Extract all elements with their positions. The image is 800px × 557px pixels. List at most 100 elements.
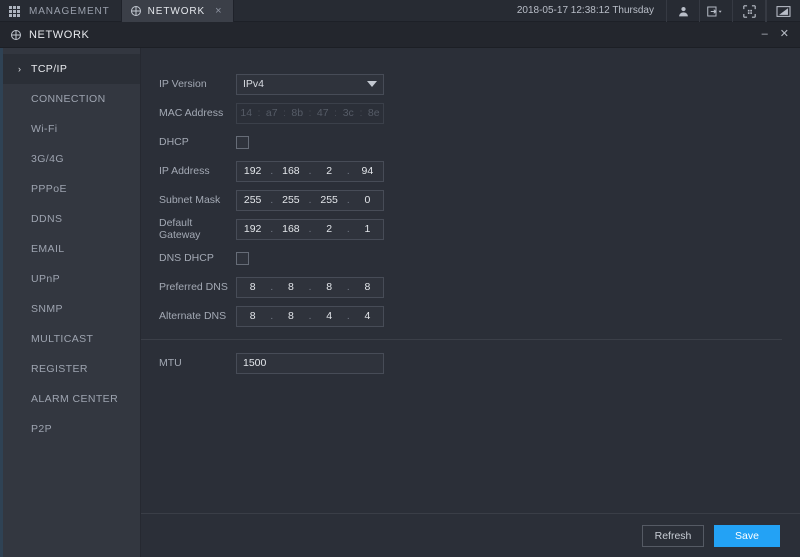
sidebar-item-label: PPPoE bbox=[31, 183, 67, 195]
subnet-mask-input[interactable]: 255 . 255 . 255 . 0 bbox=[236, 189, 384, 211]
subnet-sep: . bbox=[270, 194, 274, 206]
field-label: DHCP bbox=[159, 136, 189, 148]
top-tab-bar: MANAGEMENT NETWORK × 2018-05-17 12:38:12… bbox=[0, 0, 800, 22]
sidebar-item-label: P2P bbox=[31, 423, 53, 435]
nvr-network-config-window: MANAGEMENT NETWORK × 2018-05-17 12:38:12… bbox=[0, 0, 800, 557]
sidebar-item-p2p[interactable]: P2P bbox=[3, 414, 140, 444]
gateway-octet-2[interactable]: 168 bbox=[275, 223, 306, 235]
ip-address-control: 192 . 168 . 2 . 94 bbox=[236, 160, 384, 182]
subnet-octet-1[interactable]: 255 bbox=[237, 194, 268, 206]
mtu-input[interactable]: 1500 bbox=[236, 352, 384, 374]
window-body: › TCP/IP CONNECTION Wi-Fi 3G/4G PPPoE DD… bbox=[0, 48, 800, 557]
alt-dns-sep: . bbox=[308, 310, 312, 322]
save-button[interactable]: Save bbox=[714, 524, 780, 547]
field-label: Default Gateway bbox=[159, 217, 201, 241]
mac-sep: : bbox=[334, 107, 337, 119]
mac-octet-5: 3c bbox=[342, 107, 354, 119]
ip-octet-1[interactable]: 192 bbox=[237, 165, 268, 177]
gateway-sep: . bbox=[346, 223, 350, 235]
field-preferred-dns: Preferred DNS 8 . 8 . 8 . 8 bbox=[159, 273, 800, 301]
preferred-dns-input[interactable]: 8 . 8 . 8 . 8 bbox=[236, 276, 384, 298]
field-subnet-mask: Subnet Mask 255 . 255 . 255 . 0 bbox=[159, 186, 800, 214]
sidebar-item-pppoe[interactable]: PPPoE bbox=[3, 174, 140, 204]
sidebar-item-label: EMAIL bbox=[31, 243, 65, 255]
pref-dns-octet-4[interactable]: 8 bbox=[352, 281, 383, 293]
subnet-octet-2[interactable]: 255 bbox=[275, 194, 306, 206]
pref-dns-sep: . bbox=[308, 281, 312, 293]
refresh-button[interactable]: Refresh bbox=[642, 524, 704, 547]
pref-dns-octet-2[interactable]: 8 bbox=[275, 281, 306, 293]
footer-bar: Refresh Save bbox=[141, 513, 800, 557]
pref-dns-octet-3[interactable]: 8 bbox=[314, 281, 345, 293]
alt-dns-octet-2[interactable]: 8 bbox=[275, 310, 306, 322]
page-title: NETWORK bbox=[29, 28, 90, 41]
sidebar-item-multicast[interactable]: MULTICAST bbox=[3, 324, 140, 354]
dhcp-checkbox[interactable] bbox=[236, 135, 249, 149]
field-default-gateway: Default Gateway 192 . 168 . 2 . 1 bbox=[159, 215, 800, 243]
field-label: IP Version bbox=[159, 78, 207, 90]
sidebar-item-3g4g[interactable]: 3G/4G bbox=[3, 144, 140, 174]
subnet-octet-3[interactable]: 255 bbox=[314, 194, 345, 206]
sidebar-item-label: UPnP bbox=[31, 273, 61, 285]
sidebar-item-alarm-center[interactable]: ALARM CENTER bbox=[3, 384, 140, 414]
mac-octet-2: a7 bbox=[265, 107, 278, 119]
mac-sep: : bbox=[257, 107, 261, 119]
gateway-octet-3[interactable]: 2 bbox=[314, 223, 345, 235]
sidebar-item-tcpip[interactable]: › TCP/IP bbox=[3, 54, 140, 84]
field-label: Alternate DNS bbox=[159, 310, 227, 322]
sidebar-item-label: 3G/4G bbox=[31, 153, 64, 165]
globe-icon bbox=[130, 6, 141, 16]
sidebar-item-connection[interactable]: CONNECTION bbox=[3, 84, 140, 114]
sidebar-item-label: TCP/IP bbox=[31, 63, 68, 75]
ip-octet-3[interactable]: 2 bbox=[314, 165, 345, 177]
ip-octet-2[interactable]: 168 bbox=[275, 165, 306, 177]
ip-address-input[interactable]: 192 . 168 . 2 . 94 bbox=[236, 160, 384, 182]
sidebar-item-snmp[interactable]: SNMP bbox=[3, 294, 140, 324]
qr-grid-icon[interactable] bbox=[733, 0, 766, 22]
mac-octet-6: 8e bbox=[367, 107, 380, 119]
sidebar-item-register[interactable]: REGISTER bbox=[3, 354, 140, 384]
sidebar-nav: › TCP/IP CONNECTION Wi-Fi 3G/4G PPPoE DD… bbox=[3, 48, 141, 557]
alt-dns-octet-1[interactable]: 8 bbox=[237, 310, 268, 322]
field-dhcp: DHCP bbox=[159, 128, 800, 156]
alternate-dns-control: 8 . 8 . 4 . 4 bbox=[236, 305, 384, 327]
pref-dns-octet-1[interactable]: 8 bbox=[237, 281, 268, 293]
gateway-octet-4[interactable]: 1 bbox=[352, 223, 383, 235]
minimize-icon[interactable]: – bbox=[762, 29, 768, 40]
sidebar-item-label: ALARM CENTER bbox=[31, 393, 119, 405]
close-icon[interactable]: ✕ bbox=[780, 29, 789, 40]
ip-version-select[interactable]: IPv4 bbox=[236, 73, 384, 95]
mac-sep: : bbox=[283, 107, 286, 119]
chevron-right-icon: › bbox=[18, 64, 22, 74]
field-label: Preferred DNS bbox=[159, 281, 228, 293]
subnet-sep: . bbox=[346, 194, 350, 206]
sidebar-item-ddns[interactable]: DDNS bbox=[3, 204, 140, 234]
default-gateway-input[interactable]: 192 . 168 . 2 . 1 bbox=[236, 218, 384, 240]
tab-network[interactable]: NETWORK × bbox=[121, 0, 235, 22]
alt-dns-sep: . bbox=[346, 310, 350, 322]
subnet-octet-4[interactable]: 0 bbox=[352, 194, 383, 206]
alt-dns-sep: . bbox=[270, 310, 274, 322]
sidebar-item-upnp[interactable]: UPnP bbox=[3, 264, 140, 294]
mac-sep: : bbox=[359, 107, 363, 119]
tab-close-icon[interactable]: × bbox=[215, 5, 222, 17]
field-ip-version: IP Version IPv4 bbox=[159, 70, 800, 98]
ip-octet-4[interactable]: 94 bbox=[352, 165, 383, 177]
sidebar-item-label: SNMP bbox=[31, 303, 63, 315]
tab-management[interactable]: MANAGEMENT bbox=[0, 0, 122, 22]
screen-icon[interactable] bbox=[767, 0, 800, 22]
alt-dns-octet-3[interactable]: 4 bbox=[314, 310, 345, 322]
user-icon[interactable] bbox=[667, 0, 700, 22]
logout-icon[interactable] bbox=[700, 0, 733, 22]
field-ip-address: IP Address 192 . 168 . 2 . 94 bbox=[159, 157, 800, 185]
sidebar-item-wifi[interactable]: Wi-Fi bbox=[3, 114, 140, 144]
dns-dhcp-checkbox[interactable] bbox=[236, 251, 249, 265]
alternate-dns-input[interactable]: 8 . 8 . 4 . 4 bbox=[236, 305, 384, 327]
alt-dns-octet-4[interactable]: 4 bbox=[352, 310, 383, 322]
gateway-octet-1[interactable]: 192 bbox=[237, 223, 268, 235]
chevron-down-icon bbox=[367, 81, 377, 87]
sidebar-item-email[interactable]: EMAIL bbox=[3, 234, 140, 264]
subnet-sep: . bbox=[308, 194, 312, 206]
pref-dns-sep: . bbox=[270, 281, 274, 293]
pref-dns-sep: . bbox=[346, 281, 350, 293]
